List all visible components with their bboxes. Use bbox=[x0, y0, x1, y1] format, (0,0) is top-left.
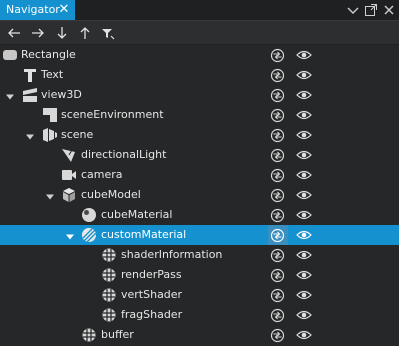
alias-toggle-icon[interactable] bbox=[270, 248, 285, 263]
visibility-eye-icon[interactable] bbox=[296, 169, 312, 181]
visibility-eye-icon[interactable] bbox=[296, 309, 312, 321]
arrow-up-icon[interactable] bbox=[76, 24, 94, 42]
alias-toggle-icon[interactable] bbox=[270, 168, 285, 183]
alias-toggle-icon[interactable] bbox=[270, 228, 285, 243]
visibility-eye-icon[interactable] bbox=[296, 209, 312, 221]
visibility-eye-icon[interactable] bbox=[296, 89, 312, 101]
tree-item-label: cubeMaterial bbox=[101, 208, 173, 221]
visibility-eye-icon[interactable] bbox=[296, 109, 312, 121]
visibility-eye-icon[interactable] bbox=[296, 329, 312, 341]
alias-toggle-icon[interactable] bbox=[270, 288, 285, 303]
tree-item-scene-environment[interactable]: sceneEnvironment bbox=[0, 105, 399, 125]
alias-toggle-icon[interactable] bbox=[270, 268, 285, 283]
visibility-eye-icon[interactable] bbox=[296, 229, 312, 241]
alias-toggle-icon[interactable] bbox=[270, 88, 285, 103]
tree-item-label: view3D bbox=[41, 88, 82, 101]
camera-icon bbox=[61, 167, 77, 183]
view3d-icon bbox=[22, 87, 38, 103]
tree-item-label: cubeModel bbox=[81, 188, 141, 201]
visibility-eye-icon[interactable] bbox=[296, 49, 312, 61]
undock-icon[interactable] bbox=[363, 2, 379, 18]
tree-item-label: renderPass bbox=[121, 268, 182, 281]
shader-icon bbox=[81, 327, 97, 343]
close-panel-icon[interactable] bbox=[381, 2, 397, 18]
alias-toggle-icon[interactable] bbox=[270, 308, 285, 323]
tree-item-scene[interactable]: scene bbox=[0, 125, 399, 145]
tree-item-shader-information[interactable]: shaderInformation bbox=[0, 245, 399, 265]
shader-icon bbox=[101, 307, 117, 323]
navigator-tree: Rectangle Text view3D sceneEnvironment s… bbox=[0, 45, 399, 346]
tree-item-directional-light[interactable]: directionalLight bbox=[0, 145, 399, 165]
tree-item-render-pass[interactable]: renderPass bbox=[0, 265, 399, 285]
tree-item-rectangle[interactable]: Rectangle bbox=[0, 45, 399, 65]
visibility-eye-icon[interactable] bbox=[296, 69, 312, 81]
alias-toggle-icon[interactable] bbox=[270, 48, 285, 63]
text-icon bbox=[22, 67, 38, 83]
tree-item-label: directionalLight bbox=[81, 148, 167, 161]
tree-item-custom-material[interactable]: customMaterial bbox=[0, 225, 399, 245]
tree-item-cube-model[interactable]: cubeModel bbox=[0, 185, 399, 205]
tree-item-camera[interactable]: camera bbox=[0, 165, 399, 185]
chevron-down-icon[interactable] bbox=[345, 2, 361, 18]
scene-environment-icon bbox=[42, 107, 58, 123]
directional-light-icon bbox=[61, 147, 77, 163]
rectangle-icon bbox=[2, 47, 18, 63]
alias-toggle-icon[interactable] bbox=[270, 188, 285, 203]
visibility-eye-icon[interactable] bbox=[296, 249, 312, 261]
alias-toggle-icon[interactable] bbox=[270, 108, 285, 123]
alias-toggle-icon[interactable] bbox=[270, 328, 285, 343]
arrow-down-icon[interactable] bbox=[53, 24, 71, 42]
visibility-eye-icon[interactable] bbox=[296, 189, 312, 201]
visibility-eye-icon[interactable] bbox=[296, 149, 312, 161]
alias-toggle-icon[interactable] bbox=[270, 128, 285, 143]
visibility-eye-icon[interactable] bbox=[296, 129, 312, 141]
tree-item-cube-material[interactable]: cubeMaterial bbox=[0, 205, 399, 225]
filter-icon[interactable] bbox=[99, 24, 117, 42]
expand-arrow-icon[interactable] bbox=[6, 91, 14, 100]
tree-item-label: camera bbox=[81, 168, 123, 181]
expand-arrow-icon[interactable] bbox=[26, 131, 34, 140]
tree-item-label: Text bbox=[41, 68, 64, 81]
tree-item-label: fragShader bbox=[121, 308, 183, 321]
tree-item-vert-shader[interactable]: vertShader bbox=[0, 285, 399, 305]
expand-arrow-icon[interactable] bbox=[66, 231, 74, 240]
shader-icon bbox=[101, 267, 117, 283]
tree-item-text[interactable]: Text bbox=[0, 65, 399, 85]
tab-label: Navigator bbox=[6, 3, 60, 16]
tree-item-label: buffer bbox=[101, 328, 134, 341]
tree-item-label: scene bbox=[61, 128, 94, 141]
shader-icon bbox=[101, 287, 117, 303]
scene-icon bbox=[42, 127, 58, 143]
close-icon[interactable]: ✕ bbox=[57, 3, 71, 17]
visibility-eye-icon[interactable] bbox=[296, 289, 312, 301]
model-icon bbox=[61, 187, 77, 203]
panel-tab-bar: Navigator ✕ bbox=[0, 0, 399, 21]
visibility-eye-icon[interactable] bbox=[296, 269, 312, 281]
tree-item-buffer[interactable]: buffer bbox=[0, 325, 399, 345]
alias-toggle-icon[interactable] bbox=[270, 208, 285, 223]
alias-toggle-icon[interactable] bbox=[270, 68, 285, 83]
tree-item-label: sceneEnvironment bbox=[61, 108, 164, 121]
arrow-right-icon[interactable] bbox=[29, 24, 47, 42]
tab-navigator[interactable]: Navigator ✕ bbox=[0, 0, 75, 20]
tree-item-view3d[interactable]: view3D bbox=[0, 85, 399, 105]
tree-item-label: customMaterial bbox=[101, 228, 187, 241]
material-icon bbox=[81, 207, 97, 223]
tree-item-label: shaderInformation bbox=[121, 248, 223, 261]
custom-material-icon bbox=[81, 227, 97, 243]
shader-icon bbox=[101, 247, 117, 263]
tree-item-label: vertShader bbox=[121, 288, 183, 301]
expand-arrow-icon[interactable] bbox=[46, 191, 54, 200]
tree-item-frag-shader[interactable]: fragShader bbox=[0, 305, 399, 325]
panel-tools bbox=[345, 2, 397, 18]
navigator-toolbar bbox=[0, 21, 399, 45]
arrow-left-icon[interactable] bbox=[5, 24, 23, 42]
tree-item-label: Rectangle bbox=[21, 48, 76, 61]
alias-toggle-icon[interactable] bbox=[270, 148, 285, 163]
